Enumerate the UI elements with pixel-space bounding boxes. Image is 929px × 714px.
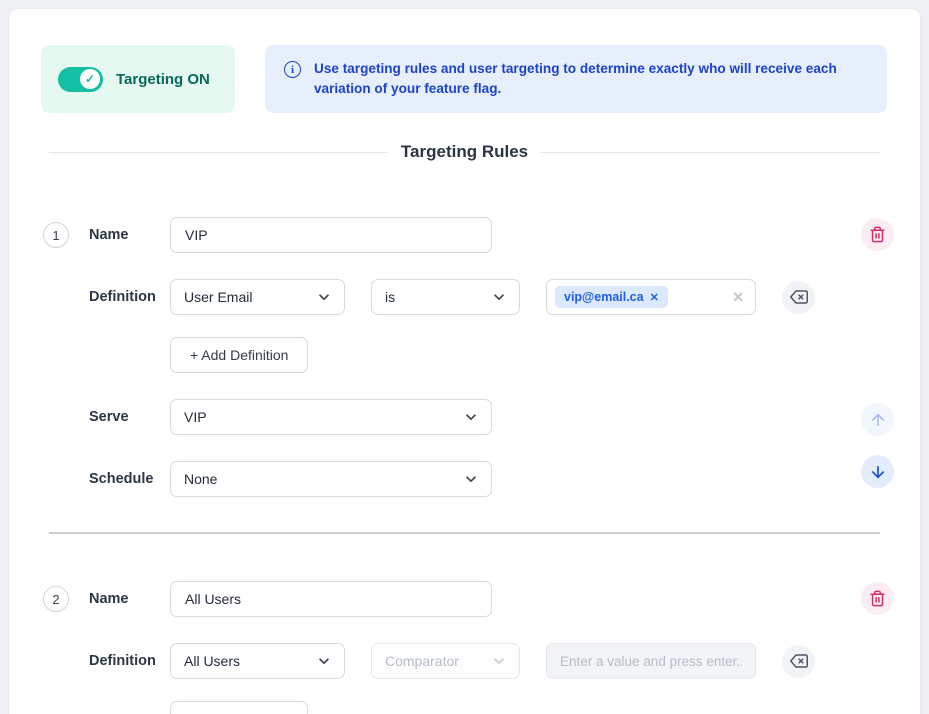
rule-serve-row: Serve VIP	[41, 399, 887, 435]
comparator-select[interactable]: is	[371, 279, 520, 315]
rule-definition-row: Definition All Users Comparator	[41, 643, 887, 679]
top-row: ✓ Targeting ON i Use targeting rules and…	[41, 45, 887, 113]
serve-select[interactable]: VIP	[170, 399, 492, 435]
info-icon: i	[284, 61, 301, 78]
chevron-down-icon	[464, 410, 478, 424]
arrow-down-icon	[869, 463, 887, 481]
chevron-down-icon	[317, 654, 331, 668]
chevron-down-icon	[317, 290, 331, 304]
property-select-value: All Users	[184, 653, 240, 669]
section-title: Targeting Rules	[401, 142, 528, 162]
chevron-down-icon	[492, 290, 506, 304]
add-definition-button[interactable]: + Add Definition	[170, 337, 308, 373]
info-banner: i Use targeting rules and user targeting…	[265, 45, 887, 113]
add-definition-row: + Add Definition	[41, 701, 887, 714]
targeting-status-panel: ✓ Targeting ON	[41, 45, 235, 113]
definition-label: Definition	[41, 289, 170, 305]
rule-divider	[49, 532, 880, 534]
delete-rule-button[interactable]	[861, 582, 894, 615]
section-heading: Targeting Rules	[41, 142, 887, 162]
info-banner-text: Use targeting rules and user targeting t…	[314, 59, 865, 99]
comparator-select-value: is	[385, 289, 395, 305]
rule-schedule-row: Schedule None	[41, 461, 887, 497]
remove-definition-button[interactable]	[782, 281, 815, 314]
property-select[interactable]: All Users	[170, 643, 345, 679]
targeting-toggle[interactable]: ✓	[58, 67, 103, 92]
property-select-value: User Email	[184, 289, 252, 305]
value-chip-label: vip@email.ca	[564, 290, 644, 304]
values-chip-input[interactable]: vip@email.ca ✕ ✕	[546, 279, 756, 315]
add-definition-row: + Add Definition	[41, 337, 887, 373]
rule-name-input[interactable]	[170, 581, 492, 617]
serve-label: Serve	[41, 409, 170, 425]
rule-name-input[interactable]	[170, 217, 492, 253]
rule-name-row: Name	[41, 217, 887, 253]
backspace-icon	[790, 652, 808, 670]
heading-divider-right	[541, 152, 880, 153]
schedule-label: Schedule	[41, 471, 170, 487]
value-chip: vip@email.ca ✕	[555, 286, 668, 308]
trash-icon	[869, 226, 886, 243]
comparator-select-placeholder: Comparator	[385, 653, 459, 669]
chevron-down-icon	[492, 654, 506, 668]
schedule-select[interactable]: None	[170, 461, 492, 497]
rule-number-badge: 2	[43, 586, 69, 612]
arrow-up-icon	[869, 411, 887, 429]
toggle-knob: ✓	[80, 69, 100, 89]
remove-definition-button[interactable]	[782, 645, 815, 678]
property-select[interactable]: User Email	[170, 279, 345, 315]
value-entry-input	[546, 643, 756, 679]
remove-chip-icon[interactable]: ✕	[650, 291, 659, 304]
definition-label: Definition	[41, 653, 170, 669]
serve-select-value: VIP	[184, 409, 207, 425]
rule-definition-row: Definition User Email is vip@email.ca ✕ …	[41, 279, 887, 315]
comparator-select: Comparator	[371, 643, 520, 679]
schedule-select-value: None	[184, 471, 217, 487]
rule-number-badge: 1	[43, 222, 69, 248]
add-definition-button[interactable]: + Add Definition	[170, 701, 308, 714]
targeting-card: ✓ Targeting ON i Use targeting rules and…	[8, 8, 921, 714]
clear-values-icon[interactable]: ✕	[732, 289, 744, 306]
rule-name-row: Name	[41, 581, 887, 617]
move-rule-down-button[interactable]	[861, 455, 894, 488]
check-icon: ✓	[85, 73, 95, 85]
backspace-icon	[790, 288, 808, 306]
targeting-rule-1: 1 Name Definition User Email	[41, 217, 887, 497]
heading-divider-left	[49, 152, 388, 153]
targeting-rule-2: 2 Name Definition All Users Comparator	[41, 581, 887, 714]
delete-rule-button[interactable]	[861, 218, 894, 251]
targeting-toggle-label: Targeting ON	[116, 71, 210, 88]
chevron-down-icon	[464, 472, 478, 486]
trash-icon	[869, 590, 886, 607]
move-rule-up-button[interactable]	[861, 403, 894, 436]
